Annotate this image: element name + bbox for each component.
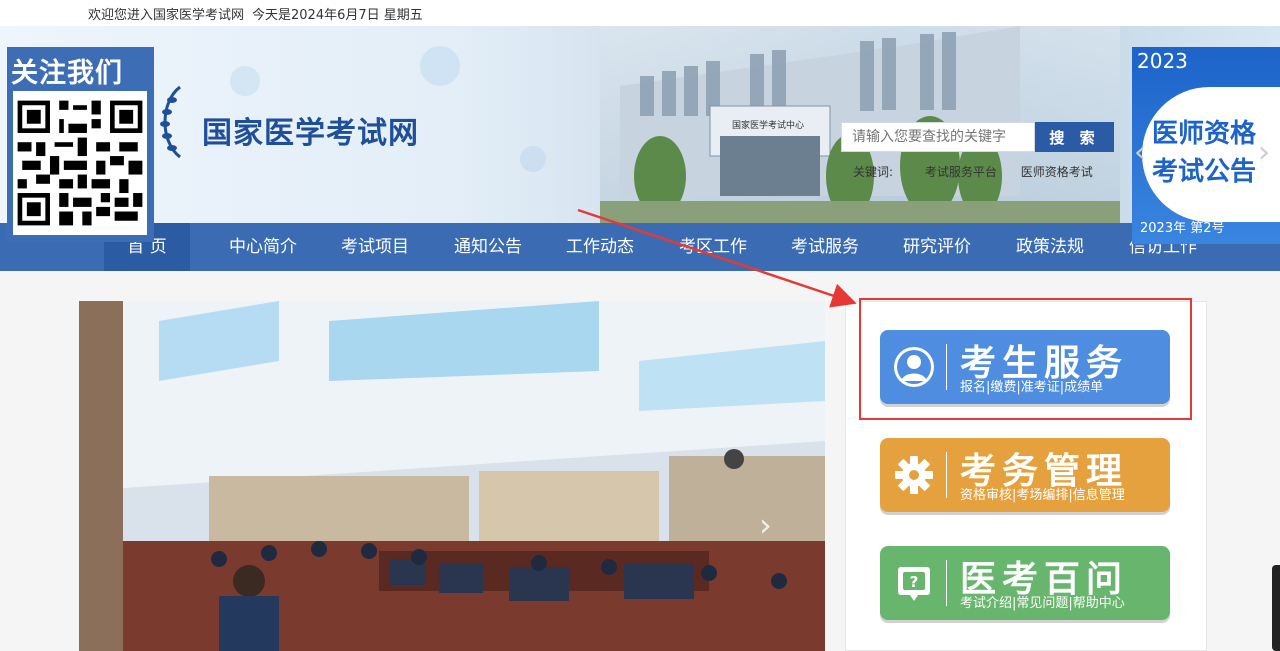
nav-item-exams[interactable]: 考试项目 bbox=[330, 223, 420, 271]
nav-item-news[interactable]: 工作动态 bbox=[555, 223, 645, 271]
building-sign: 国家医学考试中心 bbox=[732, 119, 804, 131]
header-banner: 国家医学考试中心 国家医学考试网 搜 索 关键词: 考试服务平台 医师资格考试 bbox=[0, 26, 1280, 223]
news-carousel[interactable]: › bbox=[79, 301, 825, 651]
meeting-photo: › bbox=[79, 301, 825, 651]
site-logo bbox=[160, 85, 181, 159]
nav-item-research[interactable]: 研究评价 bbox=[892, 223, 982, 271]
card-subtitle: 考试介绍|常见问题|帮助中心 bbox=[960, 596, 1125, 611]
ad-issue: 2023年 第2号 bbox=[1140, 221, 1225, 236]
chevron-left-icon[interactable]: ‹ bbox=[1134, 135, 1146, 170]
ad-line-2: 考试公告 bbox=[1152, 157, 1257, 187]
keywords-row: 关键词: 考试服务平台 医师资格考试 bbox=[853, 163, 1103, 180]
card-medical-faq[interactable]: ? 医考百问 考试介绍|常见问题|帮助中心 bbox=[880, 546, 1170, 620]
annotation-highlight-box bbox=[859, 298, 1192, 420]
follow-us-panel: 关注我们 bbox=[7, 47, 154, 242]
card-divider bbox=[946, 560, 947, 606]
search-input[interactable] bbox=[841, 122, 1035, 152]
card-subtitle: 资格审核|考场编排|信息管理 bbox=[960, 488, 1125, 503]
chevron-right-icon: › bbox=[759, 506, 772, 544]
decor-bubble bbox=[520, 146, 546, 172]
search-button[interactable]: 搜 索 bbox=[1035, 122, 1114, 152]
side-widget-tab[interactable] bbox=[1272, 565, 1280, 651]
nav-item-policy[interactable]: 政策法规 bbox=[1005, 223, 1095, 271]
nav-item-notices[interactable]: 通知公告 bbox=[443, 223, 533, 271]
gear-icon bbox=[895, 456, 933, 494]
welcome-text: 欢迎您进入国家医学考试网 bbox=[88, 8, 245, 23]
main-nav: 首 页 中心简介 考试项目 通知公告 工作动态 考区工作 考试服务 研究评价 政… bbox=[0, 223, 1280, 271]
decor-bubble bbox=[230, 66, 260, 96]
ad-line-1: 医师资格 bbox=[1152, 119, 1257, 149]
date-text: 今天是2024年6月7日 星期五 bbox=[252, 8, 423, 23]
ad-year: 2023 bbox=[1137, 49, 1188, 73]
nav-item-services[interactable]: 考试服务 bbox=[780, 223, 870, 271]
top-bar: 欢迎您进入国家医学考试网 今天是2024年6月7日 星期五 bbox=[0, 0, 1280, 27]
card-divider bbox=[946, 452, 947, 498]
qr-code-icon bbox=[13, 91, 147, 235]
nav-item-regional[interactable]: 考区工作 bbox=[668, 223, 758, 271]
nav-item-about[interactable]: 中心简介 bbox=[218, 223, 308, 271]
chevron-right-icon[interactable]: › bbox=[1258, 135, 1270, 170]
card-exam-management[interactable]: 考务管理 资格审核|考场编排|信息管理 bbox=[880, 438, 1170, 512]
site-name: 国家医学考试网 bbox=[202, 116, 419, 151]
keywords-label: 关键词: bbox=[853, 165, 894, 179]
follow-us-title: 关注我们 bbox=[11, 58, 123, 89]
decor-bubble bbox=[420, 46, 460, 86]
svg-text:?: ? bbox=[910, 573, 919, 591]
exam-announcement-ad[interactable]: 2023 医师资格 考试公告 ‹ › 2023年 第2号 bbox=[1132, 47, 1280, 244]
keyword-link[interactable]: 考试服务平台 bbox=[925, 165, 997, 179]
keyword-link[interactable]: 医师资格考试 bbox=[1021, 165, 1093, 179]
question-icon: ? bbox=[898, 567, 930, 601]
